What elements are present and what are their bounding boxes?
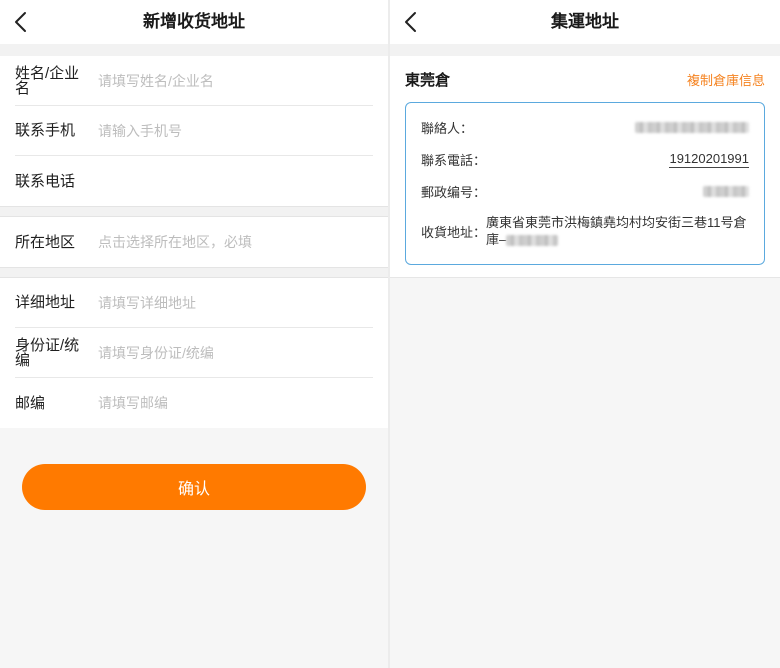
postcode-input[interactable] <box>98 391 373 415</box>
redacted-postal-value <box>703 185 749 197</box>
copy-warehouse-info-link[interactable]: 複制倉庫信息 <box>687 70 765 89</box>
contact-section: 姓名/企业名 联系手机 联系电话 <box>0 56 388 206</box>
confirm-button[interactable]: 确认 <box>22 464 366 510</box>
section-gap <box>0 267 388 278</box>
name-input[interactable] <box>98 68 373 93</box>
mobile-row: 联系手机 <box>15 106 373 156</box>
address-label: 详细地址 <box>15 294 76 311</box>
warehouse-card: 東莞倉 複制倉庫信息 聯絡人： 聯系電話： 19120201991 郵政编号： … <box>390 56 780 278</box>
postal-label: 郵政编号： <box>421 184 487 200</box>
postcode-row: 邮编 <box>15 378 373 428</box>
region-label: 所在地区 <box>15 233 76 251</box>
address-label: 收貨地址： <box>421 224 487 240</box>
consolidation-address-screen: 集運地址 東莞倉 複制倉庫信息 聯絡人： 聯系電話： 19120201991 郵… <box>390 0 780 668</box>
name-label: 姓名/企业名 <box>15 64 80 97</box>
address-value: 廣東省東莞市洪梅鎮堯均村均安街三巷11号倉庫– <box>486 214 749 248</box>
phone-row: 联系电话 <box>15 156 373 206</box>
address-input[interactable] <box>98 290 373 315</box>
page-title: 集運地址 <box>551 12 619 31</box>
phone-row: 聯系電話： 19120201991 <box>421 143 749 175</box>
region-picker[interactable] <box>98 230 373 254</box>
phone-value[interactable]: 19120201991 <box>669 151 749 168</box>
postal-row: 郵政编号： <box>421 175 749 207</box>
section-gap <box>390 44 780 56</box>
nav-bar: 集運地址 <box>390 0 780 44</box>
mobile-input[interactable] <box>98 118 373 143</box>
region-row[interactable]: 所在地区 <box>15 217 373 267</box>
section-gap <box>0 206 388 217</box>
contact-row: 聯絡人： <box>421 111 749 143</box>
id-input[interactable] <box>98 340 373 365</box>
warehouse-header: 東莞倉 複制倉庫信息 <box>405 56 765 102</box>
phone-label: 聯系電話： <box>421 152 487 168</box>
address-row: 收貨地址： 廣東省東莞市洪梅鎮堯均村均安街三巷11号倉庫– <box>421 207 749 255</box>
mobile-label: 联系手机 <box>15 122 76 139</box>
detail-section: 详细地址 身份证/统编 邮编 <box>0 278 388 428</box>
phone-label: 联系电话 <box>15 172 76 190</box>
contact-label: 聯絡人： <box>421 120 474 136</box>
section-gap <box>0 44 388 56</box>
region-section: 所在地区 <box>0 217 388 267</box>
address-row: 详细地址 <box>15 278 373 328</box>
postcode-label: 邮编 <box>15 394 46 412</box>
page-title: 新增收货地址 <box>143 12 245 31</box>
nav-bar: 新增收货地址 <box>0 0 388 44</box>
warehouse-name: 東莞倉 <box>405 71 451 89</box>
name-row: 姓名/企业名 <box>15 56 373 106</box>
phone-input[interactable] <box>98 169 373 193</box>
warehouse-info-box: 聯絡人： 聯系電話： 19120201991 郵政编号： 收貨地址： 廣東省東莞… <box>405 102 765 265</box>
add-address-screen: 新增收货地址 姓名/企业名 联系手机 联系电话 所在地区 详细地址 身份证/统编 <box>0 0 388 668</box>
redacted-contact-value <box>635 121 749 133</box>
redacted-address-part <box>506 235 559 247</box>
id-row: 身份证/统编 <box>15 328 373 378</box>
id-label: 身份证/统编 <box>15 336 80 369</box>
